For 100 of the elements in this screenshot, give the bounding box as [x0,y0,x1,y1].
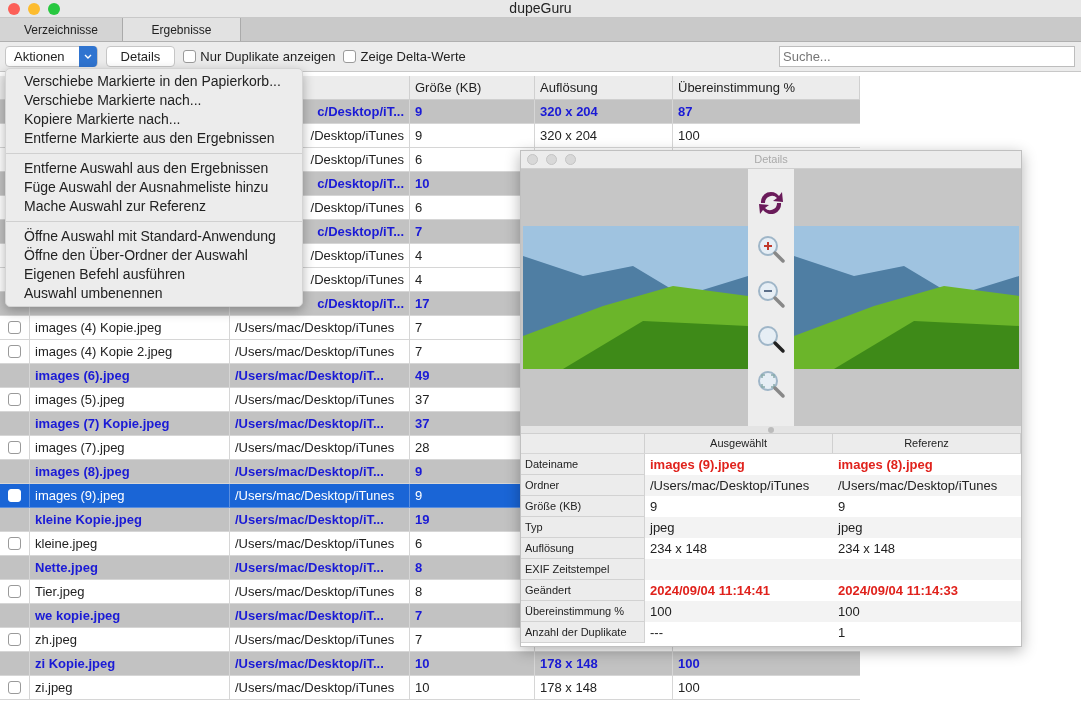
tab[interactable]: Ergebnisse [123,18,241,41]
folder-path: /Users/mac/Desktop/iTunes [235,438,395,457]
file-size: 6 [415,198,423,217]
file-size: 10 [415,678,430,697]
checkbox[interactable] [8,441,21,454]
menu-item[interactable]: Verschiebe Markierte in den Papierkorb... [6,72,302,91]
folder-path: c/Desktop/iT... [317,174,404,193]
file-name: zi.jpeg [35,678,73,697]
match-percent: 100 [678,126,700,145]
folder-path: /Users/mac/Desktop/iTunes [235,342,395,361]
close-button[interactable] [527,154,538,165]
file-size: 8 [415,582,423,601]
menu-item[interactable]: Entferne Auswahl aus den Ergebnissen [6,159,302,178]
close-button[interactable] [8,2,20,15]
tab[interactable]: Verzeichnisse [0,18,123,41]
folder-path: c/Desktop/iT... [317,102,404,121]
file-size: 7 [415,630,423,649]
column-header[interactable]: Übereinstimmung % [673,76,860,99]
file-size: 49 [415,366,430,385]
column-header[interactable]: Auflösung [535,76,673,99]
file-size: 7 [415,318,423,337]
checkbox[interactable] [8,345,21,358]
folder-path: /Users/mac/Desktop/iTunes [235,390,395,409]
folder-path: /Desktop/iTunes [310,150,404,169]
file-name: zi Kopie.jpeg [35,654,116,673]
menu-item[interactable]: Auswahl umbenennen [6,284,302,303]
minimize-button[interactable] [546,154,557,165]
folder-path: /Users/mac/Desktop/iT... [235,510,384,529]
match-percent: 100 [678,654,700,673]
column-header[interactable]: Ausgewählt [645,434,833,453]
resolution: 320 x 204 [540,126,598,145]
checkbox[interactable] [183,50,197,63]
selected-value: 100 [650,602,672,621]
folder-path: c/Desktop/iT... [317,222,404,241]
search-field[interactable]: Suche... [779,46,1075,67]
zoom-button[interactable] [565,154,576,165]
file-size: 9 [415,102,423,121]
file-size: 17 [415,294,430,313]
window-title: Details [754,152,788,168]
zoom-button[interactable] [48,2,60,15]
file-size: 10 [415,174,430,193]
selected-value: 2024/09/04 11:14:41 [650,581,770,600]
file-name: images (7) Kopie.jpeg [35,414,170,433]
folder-path: /Users/mac/Desktop/iTunes [235,318,395,337]
file-size: 37 [415,390,430,409]
file-name: Nette.jpeg [35,558,98,577]
checkbox[interactable] [8,681,21,694]
file-size: 6 [415,150,423,169]
selected-value: 234 x 148 [650,539,708,558]
zoom-in-icon[interactable] [756,234,786,264]
folder-path: /Users/mac/Desktop/iT... [235,414,384,433]
resolution: 320 x 204 [540,102,598,121]
field-label: Geändert [525,582,571,598]
actions-dropdown[interactable]: Aktionen [5,46,98,67]
file-name: kleine.jpeg [35,534,98,553]
checkbox[interactable] [8,393,21,406]
column-header[interactable]: Größe (KB) [410,76,535,99]
checkbox[interactable] [8,537,21,550]
resolution: 178 x 148 [540,654,598,673]
folder-path: /Users/mac/Desktop/iT... [235,606,384,625]
zoom-fit-icon[interactable] [756,369,786,399]
checkbox-label: Zeige Delta-Werte [360,47,466,66]
folder-path: /Users/mac/Desktop/iT... [235,558,384,577]
menu-item[interactable]: Öffne den Über-Ordner der Auswahl [6,246,302,265]
file-name: images (8).jpeg [35,462,130,481]
menu-item[interactable]: Mache Auswahl zur Referenz [6,197,302,216]
folder-path: /Desktop/iTunes [310,270,404,289]
checkbox[interactable] [8,321,21,334]
menu-item[interactable]: Füge Auswahl der Ausnahmeliste hinzu [6,178,302,197]
folder-path: /Users/mac/Desktop/iTunes [235,678,395,697]
reference-value: 100 [838,602,860,621]
menu-item[interactable]: Entferne Markierte aus den Ergebnissen [6,129,302,148]
checkbox[interactable] [8,633,21,646]
table-row[interactable]: zi.jpeg /Users/mac/Desktop/iTunes 10 178 x 148 100 [0,676,860,700]
file-size: 7 [415,606,423,625]
file-name: images (9).jpeg [35,486,125,505]
file-name: kleine Kopie.jpeg [35,510,142,529]
file-size: 4 [415,246,423,265]
details-button[interactable]: Details [105,46,176,67]
folder-path: /Desktop/iTunes [310,246,404,265]
field-label: Auflösung [525,540,574,556]
menu-item[interactable]: Eigenen Befehl ausführen [6,265,302,284]
file-name: images (6).jpeg [35,366,130,385]
split-handle[interactable] [768,426,774,433]
checkbox[interactable] [8,585,21,598]
file-name: we kopie.jpeg [35,606,121,625]
column-header[interactable]: Referenz [833,434,1021,453]
file-name: images (4) Kopie 2.jpeg [35,342,173,361]
file-size: 6 [415,534,423,553]
folder-path: /Users/mac/Desktop/iTunes [235,582,395,601]
folder-path: /Users/mac/Desktop/iTunes [235,486,395,505]
field-label: Übereinstimmung % [525,603,625,619]
zoom-out-icon[interactable] [756,279,786,309]
reference-row[interactable]: zi Kopie.jpeg /Users/mac/Desktop/iT... 10 178 x 148 100 [0,652,860,676]
checkbox[interactable] [343,50,357,63]
caret-icon [78,46,97,67]
search-icon[interactable] [756,324,786,354]
menu-item[interactable]: Öffne Auswahl mit Standard-Anwendung [6,227,302,246]
file-size: 37 [415,414,430,433]
file-size: 10 [415,654,430,673]
